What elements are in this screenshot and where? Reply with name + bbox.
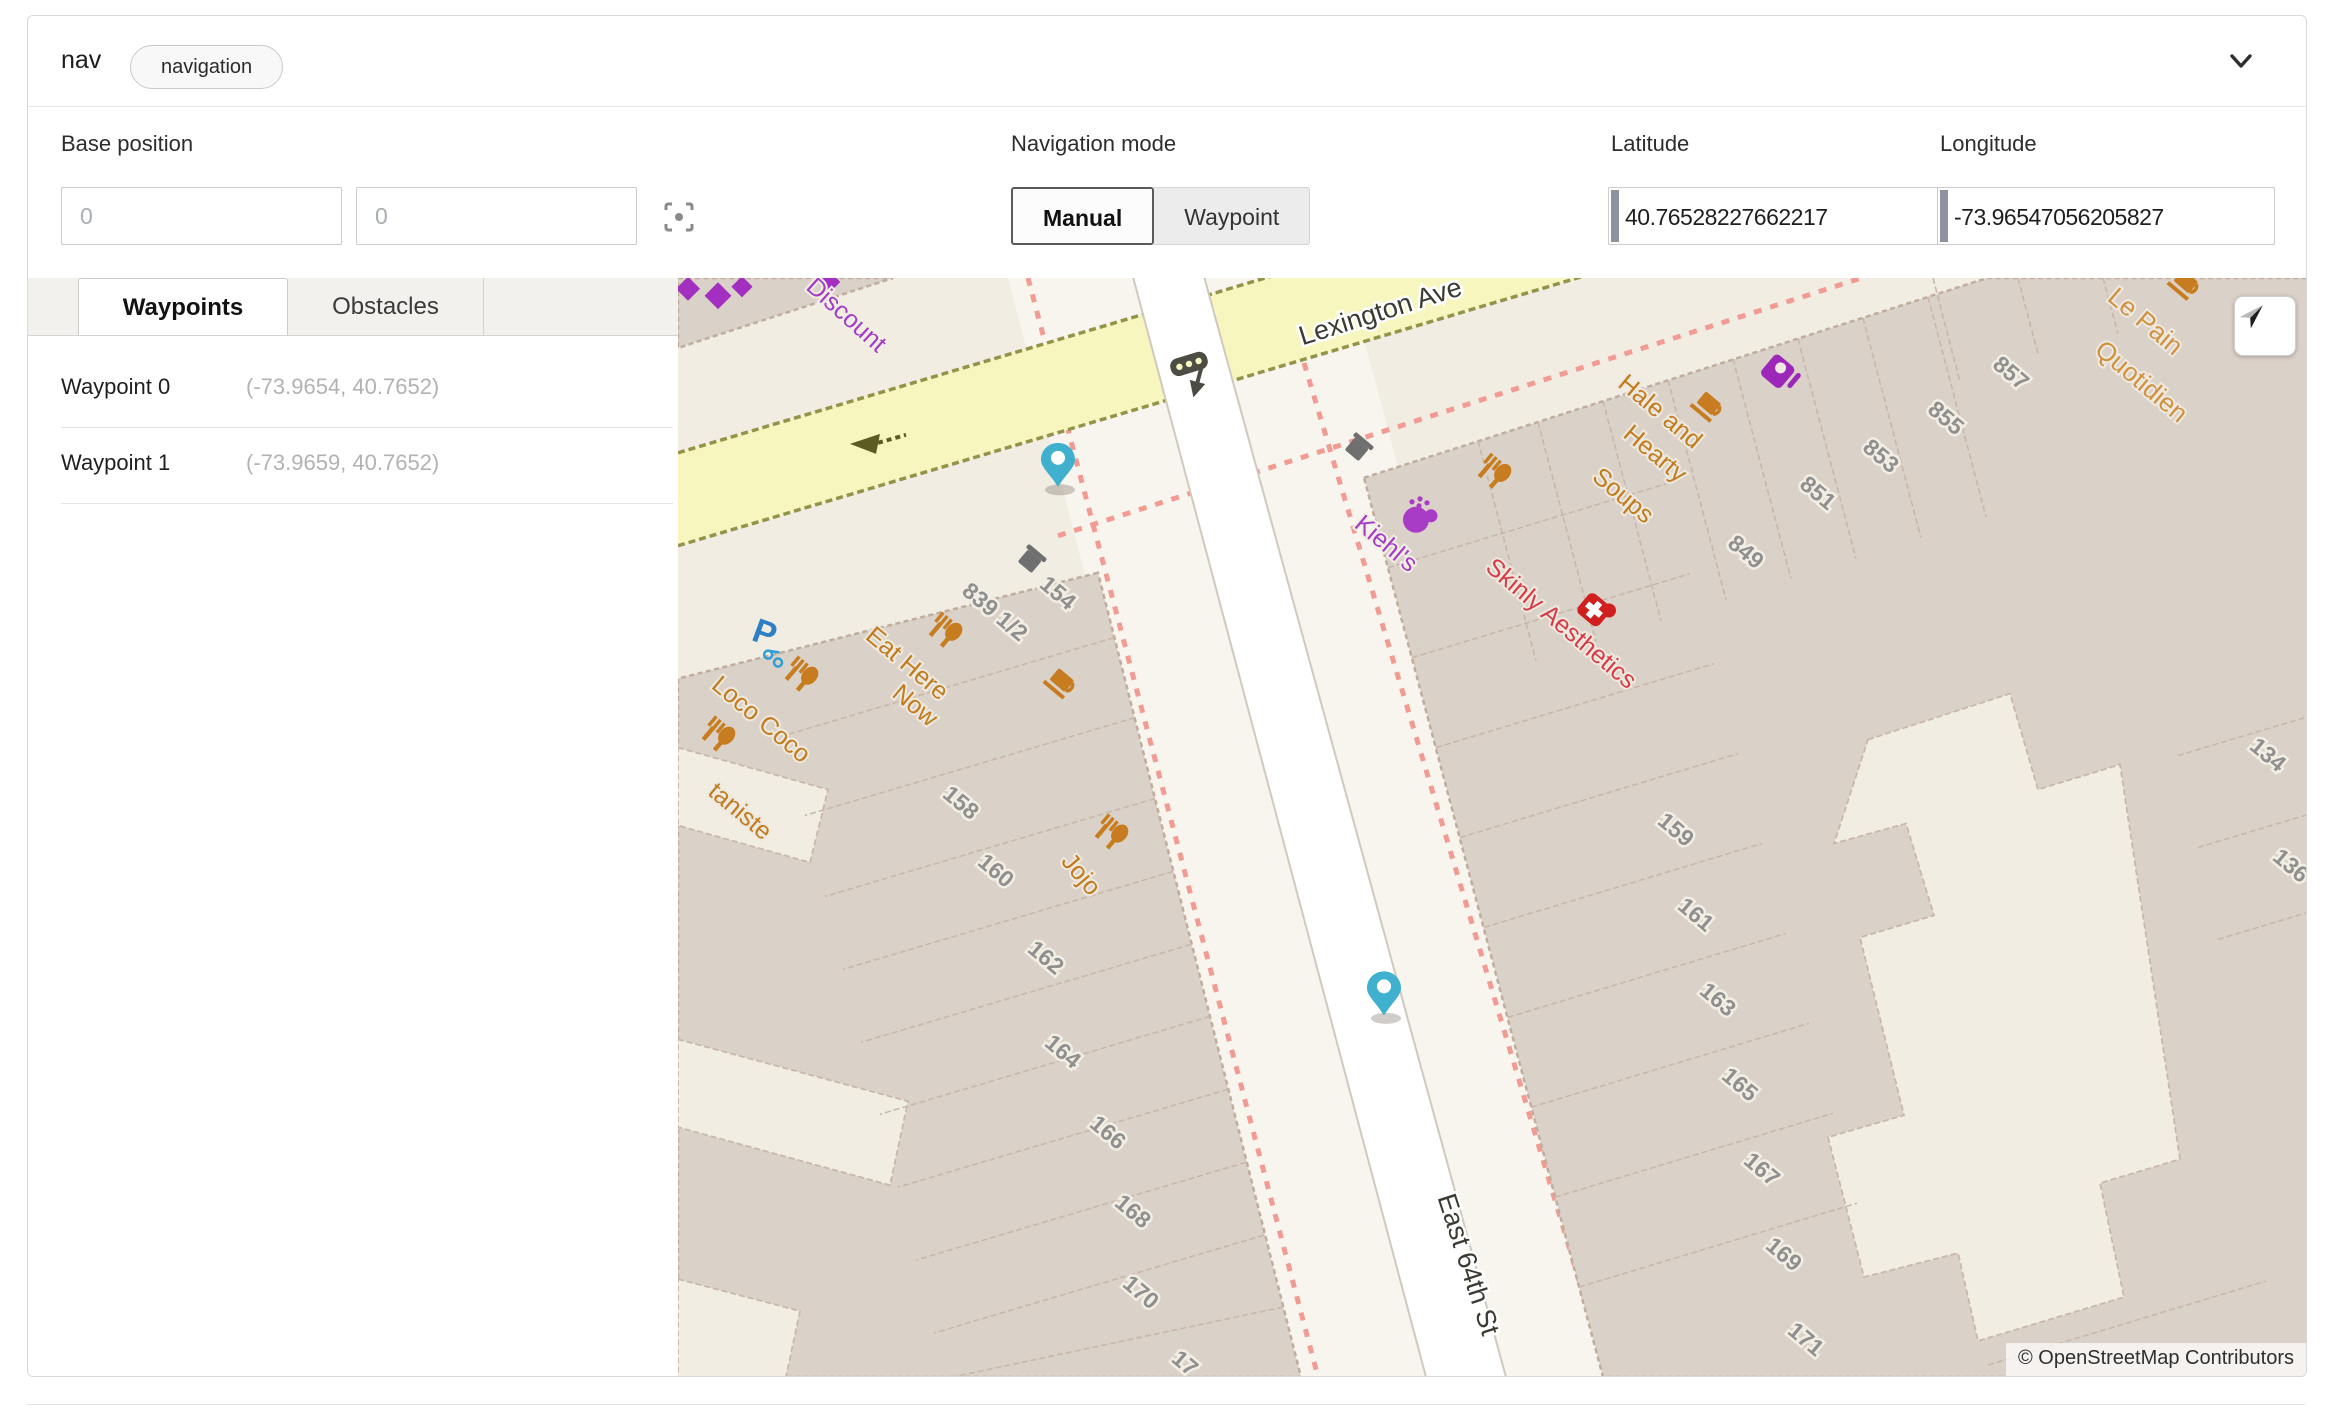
latitude-field: [1608, 187, 1946, 245]
navigation-badge: navigation: [130, 45, 283, 89]
base-y-input[interactable]: [356, 187, 637, 245]
page: nav navigation Base position Navigation …: [0, 0, 2334, 1410]
tab-obstacles[interactable]: Obstacles: [288, 278, 484, 335]
compass-button[interactable]: [2234, 296, 2296, 356]
card-title: nav: [61, 46, 101, 75]
latitude-drag-handle[interactable]: [1611, 190, 1619, 242]
waypoint-list: Waypoint 0 (-73.9654, 40.7652) Waypoint 1 (…: [28, 336, 678, 504]
longitude-label: Longitude: [1940, 131, 2037, 157]
tab-waypoints[interactable]: Waypoints: [78, 278, 288, 335]
base-position-label: Base position: [61, 131, 193, 157]
tab-strip: Waypoints Obstacles: [28, 278, 678, 336]
base-x-input[interactable]: [61, 187, 342, 245]
longitude-field: [1937, 187, 2275, 245]
waypoint-row[interactable]: Waypoint 1 (-73.9659, 40.7652): [61, 428, 673, 504]
nav-card: nav navigation Base position Navigation …: [27, 15, 2307, 1377]
content-row: Waypoints Obstacles Waypoint 0 (-73.9654,…: [28, 278, 2306, 1376]
mode-waypoint-button[interactable]: Waypoint: [1154, 187, 1310, 245]
latitude-input[interactable]: [1623, 188, 1943, 246]
waypoints-panel: Waypoints Obstacles Waypoint 0 (-73.9654,…: [28, 278, 678, 1376]
mode-manual-button[interactable]: Manual: [1011, 187, 1154, 245]
chevron-down-icon[interactable]: [2224, 44, 2258, 78]
map-attribution: © OpenStreetMap Contributors: [2006, 1343, 2306, 1376]
next-card-edge: [27, 1404, 2305, 1410]
waypoint-row[interactable]: Waypoint 0 (-73.9654, 40.7652): [61, 352, 673, 428]
waypoint-name: Waypoint 0: [61, 374, 170, 400]
navigation-mode-label: Navigation mode: [1011, 131, 1176, 157]
crosshair-target-icon[interactable]: [661, 199, 697, 235]
navigation-mode-toggle: Manual Waypoint: [1011, 187, 1310, 245]
waypoint-name: Waypoint 1: [61, 450, 170, 476]
waypoint-coords: (-73.9654, 40.7652): [246, 374, 439, 400]
latitude-label: Latitude: [1611, 131, 1689, 157]
waypoint-coords: (-73.9659, 40.7652): [246, 450, 439, 476]
longitude-drag-handle[interactable]: [1940, 190, 1948, 242]
longitude-input[interactable]: [1952, 188, 2272, 246]
form-row: Base position Navigation mode Manual Way…: [28, 107, 2306, 278]
map-canvas[interactable]: P: [678, 278, 2306, 1376]
tab-spacer: [28, 278, 78, 335]
card-header: nav navigation: [28, 16, 2306, 107]
navigation-arrow-icon: [2235, 297, 2271, 333]
